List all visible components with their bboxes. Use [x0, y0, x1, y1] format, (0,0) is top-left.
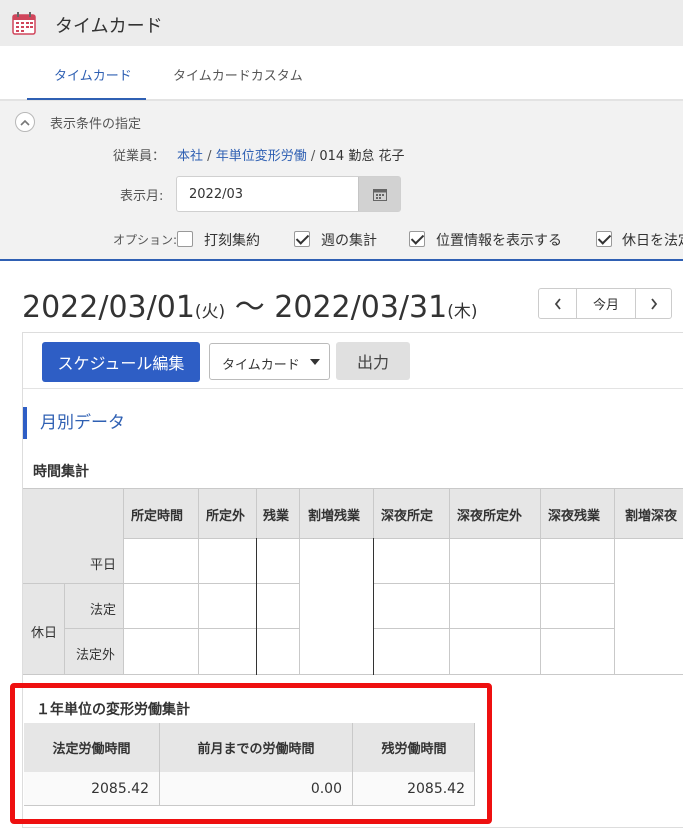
grid-line	[373, 628, 614, 629]
range-end-dow: (木)	[447, 302, 478, 322]
tab-timecard[interactable]: タイムカード	[54, 65, 132, 84]
option-label-location: 位置情報を表示する	[436, 233, 562, 249]
range-separator: 〜	[234, 290, 265, 325]
row-header-legal: 法定	[90, 603, 117, 618]
active-tab-indicator	[27, 98, 146, 100]
calendar-icon	[372, 188, 387, 201]
column-header: 割増深夜	[625, 509, 678, 524]
time-summary-title: 時間集計	[33, 464, 89, 480]
collapse-toggle-button[interactable]	[15, 112, 35, 132]
column-header: 所定外	[206, 509, 246, 524]
annual-header-prior-hours: 前月までの労働時間	[160, 723, 352, 772]
column-header: 深夜残業	[548, 509, 601, 524]
grid-line	[64, 583, 65, 675]
tab-bar: タイムカード タイムカードカスタム	[0, 46, 683, 101]
option-label-holiday-legal: 休日を法定	[622, 233, 683, 249]
previous-month-button[interactable]	[539, 289, 577, 318]
row-header-non-legal: 法定外	[76, 648, 116, 663]
annual-value-prior-hours: 0.00	[160, 772, 352, 806]
grid-line	[23, 488, 683, 489]
options-label: オプション:	[113, 233, 178, 247]
grid-line	[123, 538, 683, 539]
option-checkbox-weekly-total[interactable]	[294, 231, 310, 247]
view-select-value: タイムカード	[222, 358, 300, 373]
grid-line	[256, 488, 257, 538]
grid-line	[299, 488, 300, 675]
annual-header-legal-hours: 法定労働時間	[24, 723, 159, 772]
chevron-left-icon	[554, 297, 561, 310]
option-label-stamp-merge: 打刻集約	[204, 233, 260, 249]
app-titlebar: タイムカード	[0, 0, 683, 46]
month-navigation: 今月	[538, 288, 672, 319]
column-header: 深夜所定外	[457, 509, 523, 524]
grid-line	[540, 488, 541, 675]
monthly-data-title: 月別データ	[23, 407, 125, 439]
time-summary-table: 所定時間 所定外 残業 割増残業 深夜所定 深夜所定外 深夜残業 割増深夜 平日…	[23, 488, 683, 675]
employee-group-link[interactable]: 年単位変形労働	[216, 149, 307, 164]
panel-toolbar: スケジュール編集 タイムカード 出力	[23, 333, 683, 389]
annual-value-legal-hours: 2085.42	[24, 772, 159, 806]
column-header: 割増残業	[308, 509, 361, 524]
edit-schedule-button[interactable]: スケジュール編集	[42, 342, 200, 382]
range-start-date: 2022/03/01	[22, 290, 195, 325]
option-checkbox-stamp-merge[interactable]	[177, 231, 193, 247]
employee-company-link[interactable]: 本社	[177, 149, 203, 164]
range-start-dow: (火)	[194, 302, 226, 322]
current-month-button[interactable]: 今月	[577, 289, 635, 318]
next-month-button[interactable]	[635, 289, 672, 318]
grid-line	[64, 628, 299, 629]
column-header: 所定時間	[131, 509, 184, 524]
month-label: 表示月:	[120, 189, 164, 204]
row-header-holiday: 休日	[31, 626, 58, 641]
tab-timecard-custom[interactable]: タイムカードカスタム	[173, 65, 303, 84]
grid-line	[614, 488, 615, 675]
column-header: 深夜所定	[381, 509, 434, 524]
grid-line	[373, 488, 374, 538]
dropdown-caret-icon	[310, 359, 320, 365]
grid-line	[352, 723, 353, 806]
chevron-right-icon	[651, 297, 658, 310]
calendar-app-icon	[12, 12, 36, 35]
employee-label: 従業員：	[113, 149, 166, 164]
annual-summary-title: １年単位の変形労働集計	[36, 702, 190, 718]
column-header: 残業	[263, 509, 290, 524]
app-title: タイムカード	[55, 16, 163, 37]
row-header-weekday: 平日	[90, 558, 117, 573]
grid-line	[449, 488, 450, 675]
filter-panel: 表示条件の指定 従業員： 本社 / 年単位変形労働 / 014 勤怠 花子 表示…	[0, 101, 683, 261]
chevron-up-icon	[20, 119, 30, 126]
month-input[interactable]: 2022/03	[176, 176, 401, 212]
grid-line	[159, 723, 160, 806]
output-button[interactable]: 出力	[336, 342, 410, 380]
month-value: 2022/03	[189, 187, 244, 202]
grid-line	[198, 488, 199, 675]
path-separator: /	[310, 149, 316, 164]
annual-summary-table: 法定労働時間 前月までの労働時間 残労働時間 2085.42 0.00 2085…	[24, 723, 475, 806]
annual-header-remaining-hours: 残労働時間	[353, 723, 475, 772]
calendar-picker-button[interactable]	[358, 177, 400, 211]
option-checkbox-location[interactable]	[409, 231, 425, 247]
date-range-heading: 2022/03/01(火) 〜 2022/03/31(木)	[22, 282, 477, 326]
filter-toggle-label[interactable]: 表示条件の指定	[50, 113, 141, 132]
annual-value-remaining-hours: 2085.42	[353, 772, 475, 806]
grid-line	[373, 538, 374, 675]
grid-line	[256, 538, 257, 675]
grid-line	[123, 488, 124, 675]
grid-line	[23, 674, 683, 675]
grid-line	[474, 723, 475, 806]
range-end-date: 2022/03/31	[274, 290, 448, 325]
option-label-weekly-total: 週の集計	[321, 233, 377, 249]
grid-line	[24, 805, 475, 806]
grid-line	[373, 583, 614, 584]
employee-name: 014 勤怠 花子	[319, 149, 405, 164]
path-separator: /	[207, 149, 212, 164]
view-select[interactable]: タイムカード	[209, 343, 330, 380]
option-checkbox-holiday-legal[interactable]	[596, 231, 612, 247]
